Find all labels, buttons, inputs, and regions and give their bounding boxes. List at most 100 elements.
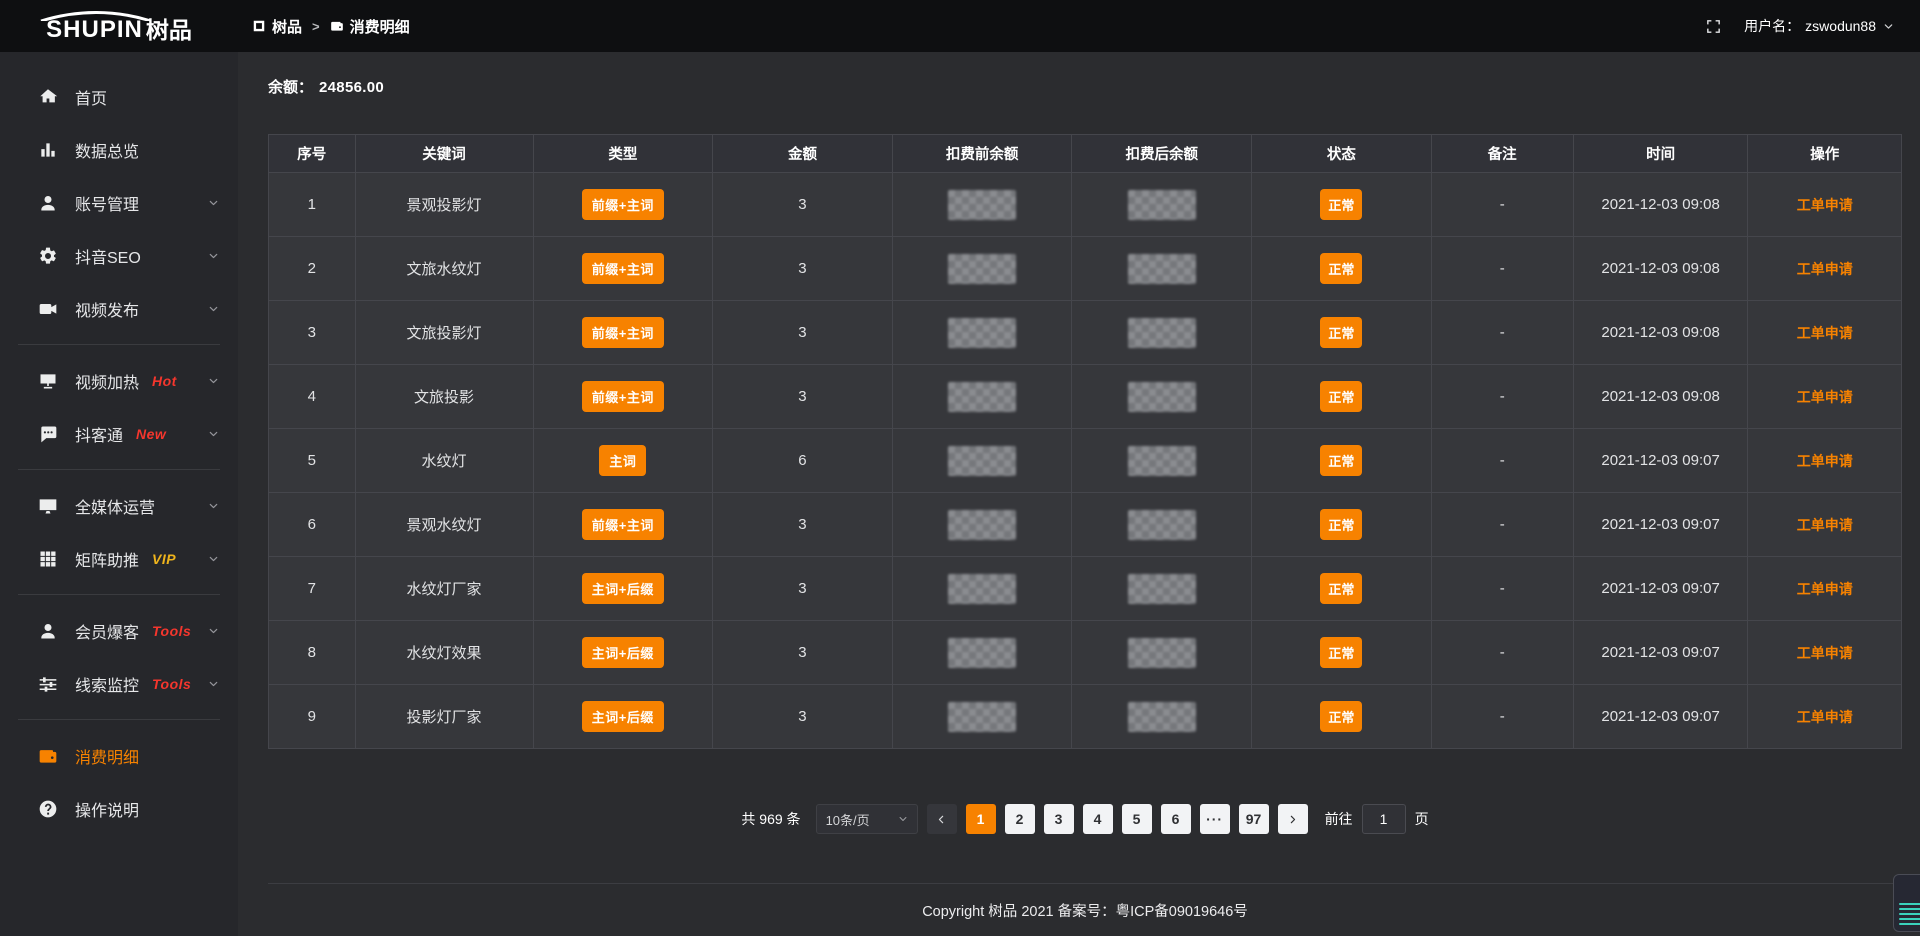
breadcrumb: 树品>消费明细	[252, 16, 410, 37]
status-badge: 正常	[1320, 637, 1362, 668]
chevron-down-icon	[208, 500, 219, 511]
cell-index: 2	[269, 237, 356, 301]
work-order-link[interactable]: 工单申请	[1797, 261, 1853, 277]
cell-balance-after	[1072, 301, 1252, 365]
page-button[interactable]: 2	[1005, 804, 1035, 834]
work-order-link[interactable]: 工单申请	[1797, 581, 1853, 597]
page-size-select[interactable]: 10条/页	[816, 804, 918, 834]
sidebar-divider	[18, 469, 220, 470]
cell-remark: -	[1431, 493, 1573, 557]
cell-remark: -	[1431, 685, 1573, 749]
cell-amount: 3	[713, 301, 893, 365]
status-badge: 正常	[1320, 701, 1362, 732]
pagination: 共 969 条10条/页123456···97前往页	[268, 804, 1902, 834]
table-row: 2文旅水纹灯前缀+主词3正常-2021-12-03 09:08工单申请	[269, 237, 1902, 301]
logo-text-cn: 树品	[146, 19, 192, 42]
sidebar-item[interactable]: 账号管理	[0, 176, 238, 229]
cell-keyword: 水纹灯效果	[355, 621, 533, 685]
sidebar-item[interactable]: 线索监控Tools	[0, 657, 238, 710]
cell-amount: 6	[713, 429, 893, 493]
cell-balance-after	[1072, 557, 1252, 621]
cell-remark: -	[1431, 621, 1573, 685]
sidebar-item-tag: Hot	[152, 373, 177, 389]
sidebar-item[interactable]: 会员爆客Tools	[0, 604, 238, 657]
page-button[interactable]: 3	[1044, 804, 1074, 834]
sliders-icon	[38, 674, 58, 694]
next-page-button[interactable]	[1278, 804, 1308, 834]
cell-type: 主词	[533, 429, 713, 493]
table-header-row: 序号关键词类型金额扣费前余额扣费后余额状态备注时间操作	[269, 135, 1902, 173]
cell-type: 前缀+主词	[533, 173, 713, 237]
work-order-link[interactable]: 工单申请	[1797, 389, 1853, 405]
fullscreen-icon	[1705, 18, 1722, 35]
page-button[interactable]: 6	[1161, 804, 1191, 834]
breadcrumb-item[interactable]: 消费明细	[330, 16, 410, 37]
masked-balance-after	[1128, 190, 1196, 220]
sidebar-item[interactable]: 数据总览	[0, 123, 238, 176]
cell-keyword: 景观投影灯	[355, 173, 533, 237]
cell-status: 正常	[1252, 493, 1432, 557]
cell-status: 正常	[1252, 173, 1432, 237]
masked-balance-after	[1128, 446, 1196, 476]
work-order-link[interactable]: 工单申请	[1797, 517, 1853, 533]
cell-action: 工单申请	[1748, 621, 1902, 685]
work-order-link[interactable]: 工单申请	[1797, 197, 1853, 213]
cell-remark: -	[1431, 237, 1573, 301]
type-badge: 前缀+主词	[582, 381, 664, 412]
chat-icon	[38, 424, 58, 444]
cell-index: 7	[269, 557, 356, 621]
status-badge: 正常	[1320, 317, 1362, 348]
sidebar-item[interactable]: 视频加热Hot	[0, 354, 238, 407]
sidebar-item[interactable]: 全媒体运营	[0, 479, 238, 532]
cell-index: 4	[269, 365, 356, 429]
more-pages-button[interactable]: ···	[1200, 804, 1230, 834]
chevron-down-icon	[208, 303, 219, 314]
cell-balance-after	[1072, 429, 1252, 493]
cell-index: 8	[269, 621, 356, 685]
fullscreen-icon[interactable]	[1705, 18, 1722, 35]
wallet-icon	[330, 19, 344, 33]
masked-balance-after	[1128, 574, 1196, 604]
logo[interactable]: SHUPIN 树品	[0, 0, 238, 52]
status-badge: 正常	[1320, 381, 1362, 412]
work-order-link[interactable]: 工单申请	[1797, 709, 1853, 725]
cell-balance-after	[1072, 173, 1252, 237]
prev-page-button[interactable]	[927, 804, 957, 834]
sidebar-item[interactable]: 操作说明	[0, 782, 238, 835]
goto-page-input[interactable]	[1362, 804, 1406, 834]
cell-balance-before	[892, 429, 1072, 493]
table-row: 6景观水纹灯前缀+主词3正常-2021-12-03 09:07工单申请	[269, 493, 1902, 557]
table-row: 7水纹灯厂家主词+后缀3正常-2021-12-03 09:07工单申请	[269, 557, 1902, 621]
cell-time: 2021-12-03 09:07	[1573, 621, 1748, 685]
sidebar-item[interactable]: 抖客通New	[0, 407, 238, 460]
sidebar-item[interactable]: 矩阵助推VIP	[0, 532, 238, 585]
masked-balance-before	[948, 190, 1016, 220]
balance-label: 余额：	[268, 79, 313, 96]
chat-widget[interactable]	[1893, 874, 1920, 932]
user-menu[interactable]: 用户名： zswodun88	[1744, 16, 1894, 36]
breadcrumb-label: 树品	[272, 16, 302, 37]
sidebar-item[interactable]: 消费明细	[0, 729, 238, 782]
work-order-link[interactable]: 工单申请	[1797, 325, 1853, 341]
table-row: 8水纹灯效果主词+后缀3正常-2021-12-03 09:07工单申请	[269, 621, 1902, 685]
cell-time: 2021-12-03 09:07	[1573, 493, 1748, 557]
work-order-link[interactable]: 工单申请	[1797, 453, 1853, 469]
page-button[interactable]: 5	[1122, 804, 1152, 834]
cell-time: 2021-12-03 09:07	[1573, 557, 1748, 621]
video-camera-icon	[38, 299, 58, 319]
cell-type: 前缀+主词	[533, 237, 713, 301]
masked-balance-after	[1128, 702, 1196, 732]
work-order-link[interactable]: 工单申请	[1797, 645, 1853, 661]
masked-balance-after	[1128, 382, 1196, 412]
sidebar-item[interactable]: 视频发布	[0, 282, 238, 335]
total-count: 共 969 条	[741, 809, 800, 829]
page-button[interactable]: 4	[1083, 804, 1113, 834]
sidebar-item[interactable]: 首页	[0, 70, 238, 123]
cell-balance-before	[892, 301, 1072, 365]
breadcrumb-item[interactable]: 树品	[252, 16, 302, 37]
chevron-down-icon	[1883, 21, 1894, 32]
sidebar-item[interactable]: 抖音SEO	[0, 229, 238, 282]
page-button[interactable]: 97	[1239, 804, 1269, 834]
page-button[interactable]: 1	[966, 804, 996, 834]
cell-action: 工单申请	[1748, 173, 1902, 237]
